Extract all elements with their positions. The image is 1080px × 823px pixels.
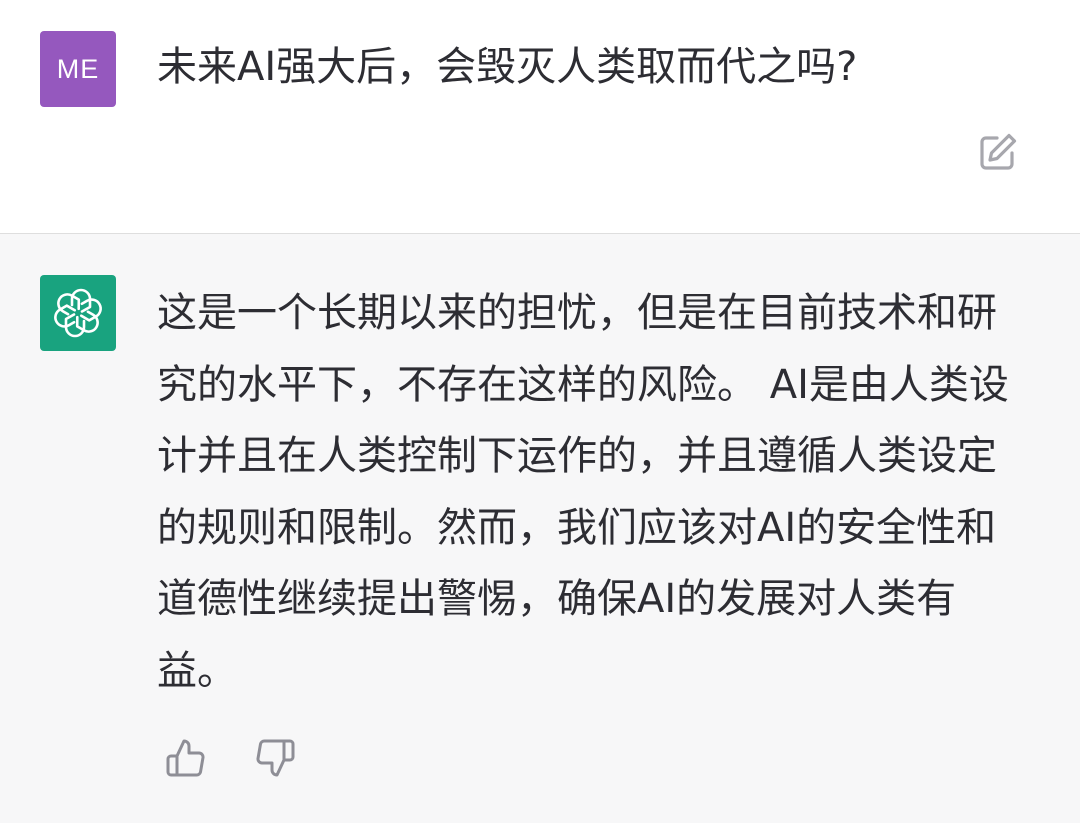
user-message: ME 未来AI强大后，会毁灭人类取而代之吗?	[0, 0, 1080, 234]
chat-conversation: ME 未来AI强大后，会毁灭人类取而代之吗? 这是一个长期以来的担忧，但是在目前…	[0, 0, 1080, 823]
user-message-text: 未来AI强大后，会毁灭人类取而代之吗?	[157, 44, 858, 90]
edit-message-button[interactable]	[978, 132, 1018, 172]
thumbs-down-icon	[256, 739, 295, 777]
edit-icon	[980, 133, 1017, 170]
assistant-message-text: 这是一个长期以来的担忧，但是在目前技术和研究的水平下，不存在这样的风险。 AI是…	[157, 290, 1009, 694]
thumbs-up-icon	[166, 739, 205, 777]
openai-logo-icon	[52, 288, 104, 338]
assistant-message: 这是一个长期以来的担忧，但是在目前技术和研究的水平下，不存在这样的风险。 AI是…	[0, 234, 1080, 823]
user-avatar-initials: ME	[56, 53, 100, 84]
thumbs-down-button[interactable]	[255, 737, 297, 779]
thumbs-up-button[interactable]	[164, 737, 206, 779]
user-avatar: ME	[40, 31, 116, 107]
assistant-avatar	[40, 275, 116, 351]
